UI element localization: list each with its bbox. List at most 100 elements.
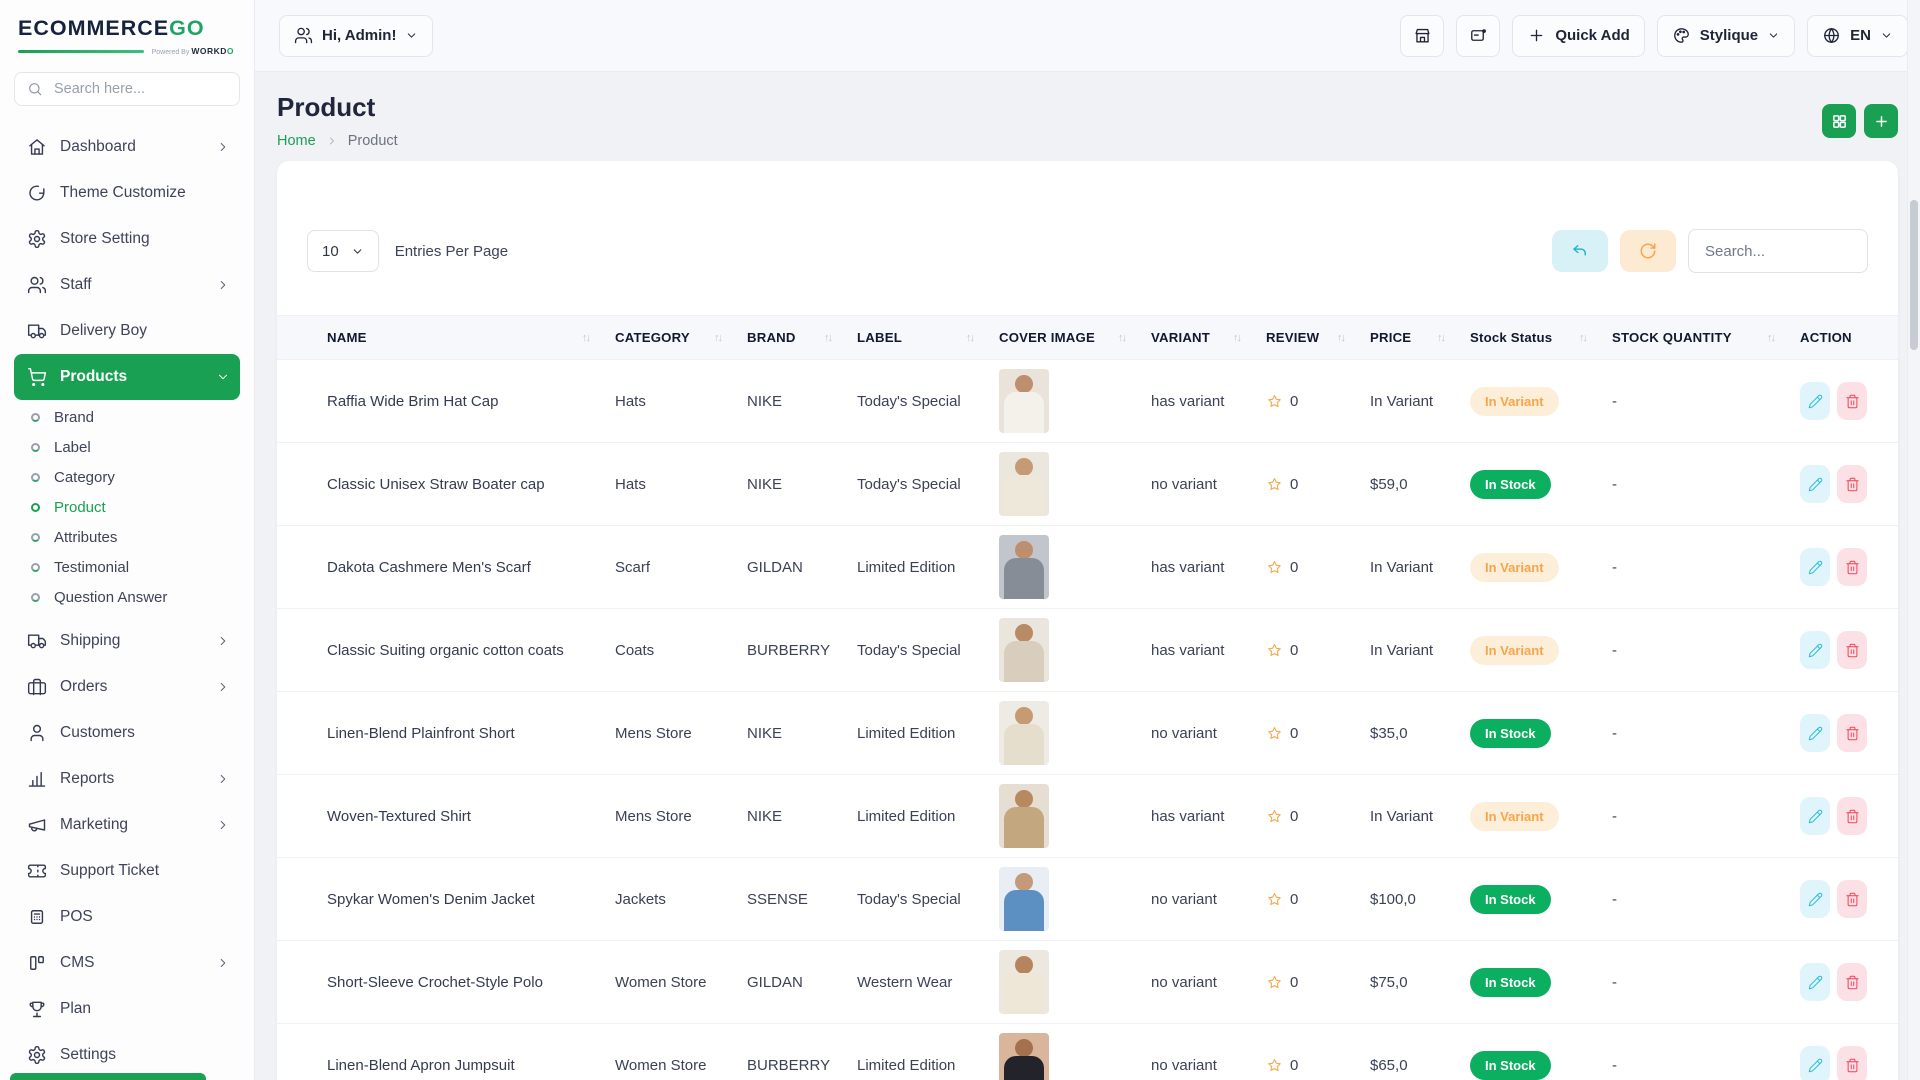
sort-icon[interactable]: ↑↓ bbox=[1579, 332, 1586, 344]
sidebar-item-staff[interactable]: Staff bbox=[14, 262, 240, 308]
entries-per-page-select[interactable]: 10 bbox=[307, 230, 379, 272]
product-cover-image bbox=[999, 369, 1049, 433]
edit-button[interactable] bbox=[1800, 548, 1830, 586]
scrollbar-thumb[interactable] bbox=[1910, 200, 1918, 350]
delete-button[interactable] bbox=[1837, 797, 1867, 835]
page-scrollbar[interactable] bbox=[1907, 0, 1920, 1080]
delete-button[interactable] bbox=[1837, 963, 1867, 1001]
sort-icon[interactable]: ↑↓ bbox=[714, 332, 721, 344]
sidebar-item-theme-customize[interactable]: Theme Customize bbox=[14, 170, 240, 216]
refresh-button[interactable] bbox=[1620, 230, 1676, 272]
messages-button[interactable] bbox=[1456, 15, 1500, 57]
chevron-right-icon bbox=[216, 818, 230, 832]
sidebar-item-products[interactable]: Products bbox=[14, 354, 240, 400]
edit-button[interactable] bbox=[1800, 382, 1830, 420]
sidebar-subitem-attributes[interactable]: Attributes bbox=[14, 522, 240, 552]
page-title: Product bbox=[277, 92, 398, 123]
edit-button[interactable] bbox=[1800, 465, 1830, 503]
column-header-cover-image[interactable]: COVER IMAGE↑↓ bbox=[999, 316, 1151, 360]
delete-button[interactable] bbox=[1837, 1046, 1867, 1080]
edit-button[interactable] bbox=[1800, 714, 1830, 752]
trash-icon bbox=[1845, 477, 1860, 492]
sidebar-item-dashboard[interactable]: Dashboard bbox=[14, 124, 240, 170]
product-price: $100,0 bbox=[1370, 858, 1470, 941]
delete-button[interactable] bbox=[1837, 880, 1867, 918]
sidebar-item-delivery-boy[interactable]: Delivery Boy bbox=[14, 308, 240, 354]
sidebar-item-customers[interactable]: Customers bbox=[14, 710, 240, 756]
stock-status-badge: In Variant bbox=[1470, 802, 1559, 831]
add-product-button[interactable] bbox=[1864, 104, 1898, 138]
column-header-variant[interactable]: VARIANT↑↓ bbox=[1151, 316, 1266, 360]
sidebar-item-store-setting[interactable]: Store Setting bbox=[14, 216, 240, 262]
column-header-stock-quantity[interactable]: STOCK QUANTITY↑↓ bbox=[1612, 316, 1800, 360]
sidebar-subitem-category[interactable]: Category bbox=[14, 462, 240, 492]
sidebar-search-input[interactable] bbox=[52, 80, 227, 98]
grid-view-button[interactable] bbox=[1822, 104, 1856, 138]
trash-icon bbox=[1845, 1058, 1860, 1073]
product-review: 0 bbox=[1266, 476, 1370, 493]
product-stock-quantity: - bbox=[1612, 1024, 1800, 1080]
sidebar-subitem-product[interactable]: Product bbox=[14, 492, 240, 522]
sort-icon[interactable]: ↑↓ bbox=[1118, 332, 1125, 344]
stock-status-badge: In Stock bbox=[1470, 885, 1551, 914]
sidebar-item-orders[interactable]: Orders bbox=[14, 664, 240, 710]
reports-icon bbox=[27, 769, 47, 789]
delete-button[interactable] bbox=[1837, 465, 1867, 503]
edit-button[interactable] bbox=[1800, 963, 1830, 1001]
edit-button[interactable] bbox=[1800, 1046, 1830, 1080]
sort-icon[interactable]: ↑↓ bbox=[824, 332, 831, 344]
sidebar-item-marketing[interactable]: Marketing bbox=[14, 802, 240, 848]
storefront-button[interactable] bbox=[1400, 15, 1444, 57]
product-cover-image bbox=[999, 701, 1049, 765]
sort-icon[interactable]: ↑↓ bbox=[966, 332, 973, 344]
marketing-icon bbox=[27, 815, 47, 835]
delete-button[interactable] bbox=[1837, 631, 1867, 669]
column-header-brand[interactable]: BRAND↑↓ bbox=[747, 316, 857, 360]
delete-button[interactable] bbox=[1837, 714, 1867, 752]
sort-icon[interactable]: ↑↓ bbox=[1767, 332, 1774, 344]
sort-icon[interactable]: ↑↓ bbox=[1337, 332, 1344, 344]
product-category: Women Store bbox=[615, 1024, 747, 1080]
language-select-button[interactable]: EN bbox=[1807, 15, 1908, 57]
delete-button[interactable] bbox=[1837, 548, 1867, 586]
sidebar-item-plan[interactable]: Plan bbox=[14, 986, 240, 1032]
delete-button[interactable] bbox=[1837, 382, 1867, 420]
sidebar-item-shipping[interactable]: Shipping bbox=[14, 618, 240, 664]
chevron-down-icon bbox=[1880, 29, 1893, 42]
sort-icon[interactable]: ↑↓ bbox=[1233, 332, 1240, 344]
sidebar-subitem-label[interactable]: Label bbox=[14, 432, 240, 462]
breadcrumb-home-link[interactable]: Home bbox=[277, 133, 316, 149]
column-header-price[interactable]: PRICE↑↓ bbox=[1370, 316, 1470, 360]
product-brand: GILDAN bbox=[747, 526, 857, 609]
undo-button[interactable] bbox=[1552, 230, 1608, 272]
admin-menu-button[interactable]: Hi, Admin! bbox=[279, 15, 433, 57]
sort-icon[interactable]: ↑↓ bbox=[582, 332, 589, 344]
column-header-category[interactable]: CATEGORY↑↓ bbox=[615, 316, 747, 360]
sort-icon[interactable]: ↑↓ bbox=[1437, 332, 1444, 344]
trash-icon bbox=[1845, 975, 1860, 990]
sidebar-item-support-ticket[interactable]: Support Ticket bbox=[14, 848, 240, 894]
product-brand: NIKE bbox=[747, 775, 857, 858]
theme-select-button[interactable]: Stylique bbox=[1657, 15, 1795, 57]
table-row: Classic Unisex Straw Boater cap Hats NIK… bbox=[277, 443, 1898, 526]
sidebar-subitem-brand[interactable]: Brand bbox=[14, 402, 240, 432]
edit-button[interactable] bbox=[1800, 631, 1830, 669]
sidebar-item-settings[interactable]: Settings bbox=[14, 1032, 240, 1078]
row-actions bbox=[1800, 797, 1898, 835]
column-header-review[interactable]: REVIEW↑↓ bbox=[1266, 316, 1370, 360]
column-header-name[interactable]: NAME↑↓ bbox=[277, 316, 615, 360]
app-logo[interactable]: ECOMMERCEGO Powered By WORKDO bbox=[0, 0, 254, 56]
table-search-input[interactable] bbox=[1688, 229, 1868, 273]
column-header-label[interactable]: LABEL↑↓ bbox=[857, 316, 999, 360]
sidebar-item-cms[interactable]: CMS bbox=[14, 940, 240, 986]
quick-add-button[interactable]: Quick Add bbox=[1512, 15, 1644, 57]
pencil-icon bbox=[1808, 560, 1823, 575]
edit-button[interactable] bbox=[1800, 797, 1830, 835]
product-stock-quantity: - bbox=[1612, 858, 1800, 941]
sidebar-item-reports[interactable]: Reports bbox=[14, 756, 240, 802]
sidebar-item-pos[interactable]: POS bbox=[14, 894, 240, 940]
edit-button[interactable] bbox=[1800, 880, 1830, 918]
sidebar-subitem-testimonial[interactable]: Testimonial bbox=[14, 552, 240, 582]
column-header-stock-status[interactable]: Stock Status↑↓ bbox=[1470, 316, 1612, 360]
sidebar-subitem-question-answer[interactable]: Question Answer bbox=[14, 582, 240, 612]
